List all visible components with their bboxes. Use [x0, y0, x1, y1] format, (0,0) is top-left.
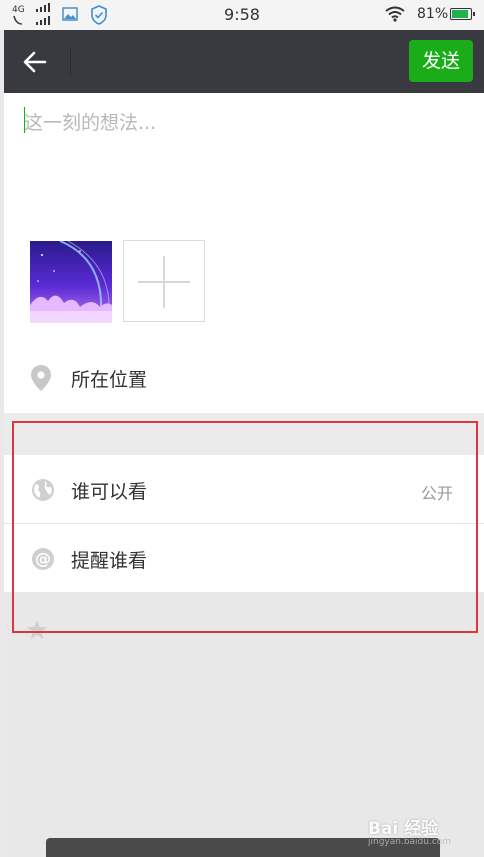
watermark-url: jingyan.baidu.com	[368, 837, 452, 847]
remind-who-row[interactable]: @ 提醒谁看	[4, 524, 484, 592]
compose-area: 这一刻的想法... 所在位置	[4, 93, 484, 413]
who-can-see-value: 公开	[420, 484, 453, 503]
who-can-see-row[interactable]: 谁可以看 公开	[4, 455, 484, 524]
section-separator	[4, 413, 484, 455]
privacy-settings: 谁可以看 公开 @ 提醒谁看	[4, 455, 484, 592]
back-arrow-icon	[23, 51, 47, 73]
clock-time: 9:58	[224, 5, 260, 24]
battery-icon	[450, 8, 475, 20]
wifi-icon	[385, 6, 405, 22]
at-sign-icon: @	[32, 548, 54, 570]
location-pin-icon	[31, 365, 51, 391]
who-can-see-label: 谁可以看	[71, 481, 148, 503]
star-icon	[27, 620, 47, 639]
globe-icon	[32, 479, 54, 501]
header-divider	[70, 48, 71, 76]
location-label: 所在位置	[71, 369, 148, 391]
watermark: Bai 经验 jingyan.baidu.com	[368, 814, 451, 847]
galaxy-photo-image	[30, 241, 112, 323]
remind-who-label: 提醒谁看	[71, 550, 148, 572]
location-row[interactable]: 所在位置	[4, 343, 484, 413]
svg-text:@: @	[35, 549, 51, 568]
add-photo-button[interactable]	[123, 240, 205, 322]
send-button[interactable]: 发送	[409, 40, 473, 82]
back-button[interactable]	[14, 41, 56, 83]
status-bar: 4G 9:58 81%	[0, 0, 484, 30]
top-app-bar: 发送	[4, 30, 484, 93]
moment-text-input[interactable]: 这一刻的想法...	[24, 108, 156, 135]
battery-percent: 81%	[417, 6, 449, 22]
photo-thumbnail[interactable]	[30, 241, 112, 323]
watermark-logo: Bai 经验	[368, 819, 439, 839]
